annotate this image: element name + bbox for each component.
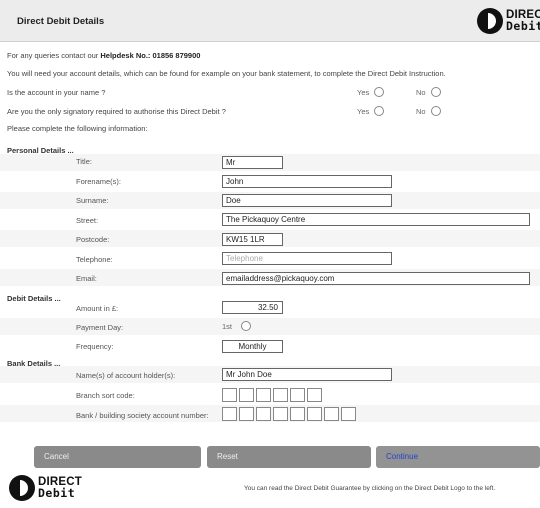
account-holder-label: Name(s) of account holder(s): (76, 371, 176, 380)
yes-label: Yes (357, 87, 370, 97)
account-number-digit[interactable] (239, 407, 254, 421)
account-number-digit[interactable] (222, 407, 237, 421)
debit-details-heading: Debit Details ... (7, 294, 61, 303)
instruction-text: Please complete the following informatio… (7, 124, 148, 133)
account-number-digit[interactable] (256, 407, 271, 421)
queries-prefix: For any queries contact our (7, 51, 99, 60)
amount-field[interactable]: 32.50 (222, 301, 283, 314)
account-number-digit[interactable] (273, 407, 288, 421)
only-signatory-yes[interactable]: Yes (357, 106, 385, 116)
footer-direct-debit-logo[interactable]: DIRECT Debit (8, 474, 82, 502)
reset-button[interactable]: Reset (207, 446, 371, 468)
logo-line2: Debit (506, 19, 540, 33)
only-signatory-no[interactable]: No (416, 106, 441, 116)
account-in-name-no[interactable]: No (416, 87, 441, 97)
direct-debit-mark-icon (8, 474, 36, 502)
telephone-field[interactable]: Telephone (222, 252, 392, 265)
radio-yes[interactable] (374, 106, 385, 116)
payment-day-value: 1st (222, 321, 233, 331)
account-number-digit[interactable] (290, 407, 305, 421)
sort-code-digit[interactable] (290, 388, 305, 402)
yes-label: Yes (357, 106, 370, 116)
payment-day-option[interactable]: 1st (222, 321, 252, 331)
account-number-digit[interactable] (307, 407, 322, 421)
sort-code-label: Branch sort code: (76, 391, 135, 400)
payment-day-label: Payment Day: (76, 323, 124, 332)
surname-field[interactable]: Doe (222, 194, 392, 207)
account-in-name-yes[interactable]: Yes (357, 87, 385, 97)
sort-code-digit[interactable] (273, 388, 288, 402)
no-label: No (416, 106, 426, 116)
email-label: Email: (76, 274, 97, 283)
account-holder-field[interactable]: Mr John Doe (222, 368, 392, 381)
sort-code-digit[interactable] (256, 388, 271, 402)
sort-code-digit[interactable] (222, 388, 237, 402)
surname-label: Surname: (76, 196, 109, 205)
forename-label: Forename(s): (76, 177, 122, 186)
guarantee-note: You can read the Direct Debit Guarantee … (244, 485, 496, 492)
radio-yes[interactable] (374, 87, 385, 97)
cancel-button[interactable]: Cancel (34, 446, 201, 468)
street-field[interactable]: The Pickaquoy Centre (222, 213, 530, 226)
title-field[interactable]: Mr (222, 156, 283, 169)
account-details-note: You will need your account details, whic… (7, 69, 446, 78)
street-label: Street: (76, 216, 99, 225)
frequency-label: Frequency: (76, 342, 114, 351)
telephone-label: Telephone: (76, 255, 113, 264)
logo-line2: Debit (38, 486, 76, 500)
direct-debit-logo[interactable]: DIRECT Debit (476, 7, 540, 35)
no-label: No (416, 87, 426, 97)
email-field[interactable]: emailaddress@pickaquoy.com (222, 272, 530, 285)
account-number-digit[interactable] (341, 407, 356, 421)
queries-line: For any queries contact our Helpdesk No.… (7, 51, 200, 60)
forename-field[interactable]: John (222, 175, 392, 188)
postcode-label: Postcode: (76, 235, 110, 244)
page-title: Direct Debit Details (17, 16, 105, 27)
postcode-field[interactable]: KW15 1LR (222, 233, 283, 246)
amount-label: Amount in £: (76, 304, 119, 313)
account-number-label: Bank / building society account number: (76, 411, 209, 420)
sort-code-digit[interactable] (239, 388, 254, 402)
frequency-select[interactable]: Monthly (222, 340, 283, 353)
sort-code-digit[interactable] (307, 388, 322, 402)
page-header: Direct Debit Details DIRECT Debit (0, 0, 540, 42)
payment-day-radio[interactable] (241, 321, 252, 331)
account-number-digit[interactable] (324, 407, 339, 421)
question-account-in-name: Is the account in your name ? (7, 88, 106, 97)
radio-no[interactable] (430, 87, 441, 97)
title-label: Title: (76, 157, 92, 166)
radio-no[interactable] (430, 106, 441, 116)
direct-debit-mark-icon (476, 7, 504, 35)
continue-button[interactable]: Continue (376, 446, 540, 468)
question-only-signatory: Are you the only signatory required to a… (7, 107, 226, 116)
helpdesk-number: Helpdesk No.: 01856 879900 (100, 51, 201, 60)
